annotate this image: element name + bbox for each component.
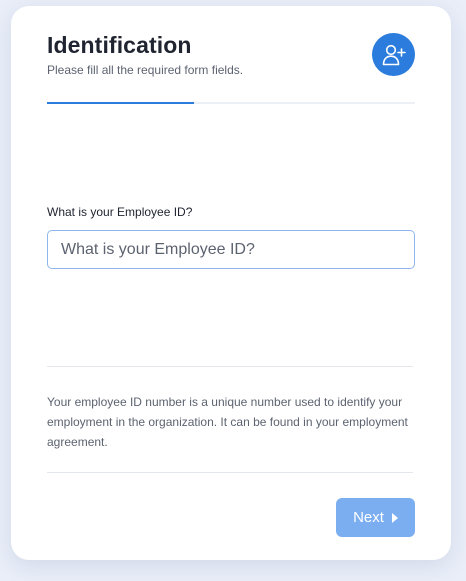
divider-bottom — [47, 472, 413, 473]
help-text: Your employee ID number is a unique numb… — [47, 395, 408, 449]
progress-bar — [47, 102, 415, 104]
page-title: Identification — [47, 32, 192, 58]
caret-right-icon — [391, 512, 398, 523]
progress-fill — [47, 102, 195, 104]
add-user-button[interactable] — [372, 33, 415, 76]
page-subtitle: Please fill all the required form fields… — [47, 63, 244, 77]
employee-id-label: What is your Employee ID? — [47, 205, 193, 219]
next-button[interactable]: Next — [336, 498, 415, 537]
next-button-label: Next — [353, 509, 384, 526]
employee-id-input[interactable] — [47, 230, 415, 269]
divider-top — [47, 366, 413, 367]
add-user-icon — [382, 44, 406, 65]
form-card: Identification Please fill all the requi… — [11, 6, 451, 560]
